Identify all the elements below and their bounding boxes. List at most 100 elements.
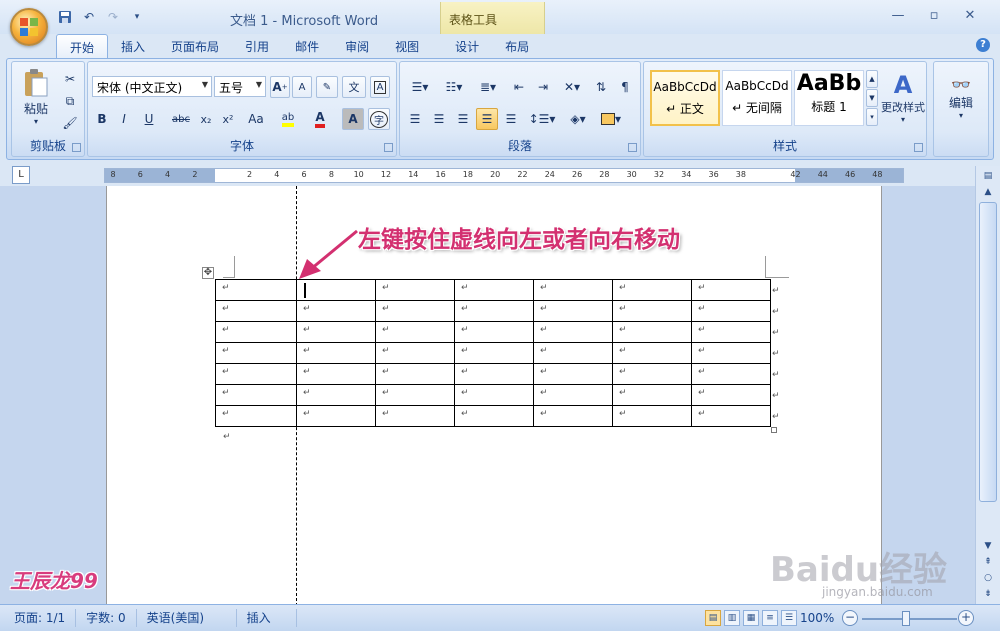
table-cell[interactable]: ↵ (612, 300, 692, 322)
clipboard-launcher-icon[interactable] (72, 143, 81, 152)
close-button[interactable]: ✕ (952, 8, 988, 26)
align-right-button[interactable]: ☰ (452, 108, 474, 130)
office-button[interactable] (10, 8, 48, 46)
tab-mailings[interactable]: 邮件 (282, 34, 332, 58)
enclose-char-button[interactable]: 字 (368, 108, 390, 130)
zoom-out-icon[interactable]: − (842, 610, 858, 626)
borders-button[interactable]: ▾ (596, 108, 626, 130)
table-cell[interactable]: ↵ (454, 321, 534, 343)
maximize-button[interactable]: ▫ (916, 8, 952, 26)
scroll-down-icon[interactable]: ▼ (979, 538, 997, 554)
table-cell[interactable]: ↵ (691, 384, 771, 406)
undo-icon[interactable]: ↶ (80, 9, 98, 25)
tab-selector[interactable]: L (12, 166, 30, 184)
table-cell[interactable]: ↵ (215, 342, 297, 364)
table-cell[interactable]: ↵ (454, 405, 534, 427)
web-layout-icon[interactable]: ▦ (743, 610, 759, 626)
table-cell[interactable]: ↵ (296, 363, 376, 385)
change-case-button[interactable]: Aa (242, 108, 270, 130)
table-cell[interactable]: ↵ (533, 300, 613, 322)
table-cell[interactable]: ↵ (533, 384, 613, 406)
style-heading-1[interactable]: AaBb 标题 1 (794, 70, 864, 126)
tab-insert[interactable]: 插入 (108, 34, 158, 58)
table-cell[interactable]: ↵ (296, 300, 376, 322)
table-cell[interactable]: ↵ (612, 342, 692, 364)
scroll-thumb[interactable] (979, 202, 997, 502)
align-left-button[interactable]: ☰ (404, 108, 426, 130)
char-border-button[interactable]: A (370, 76, 390, 98)
superscript-button[interactable]: x² (218, 108, 238, 130)
format-painter-button[interactable]: 🖌 (60, 112, 80, 134)
table-cell[interactable]: ↵ (454, 384, 534, 406)
zoom-level[interactable]: 100% (800, 611, 834, 625)
table-cell[interactable]: ↵ (296, 384, 376, 406)
styles-scroll-up[interactable]: ▲ (866, 70, 878, 88)
sort-button[interactable]: ⇅ (590, 76, 612, 98)
paste-button[interactable]: 粘贴 ▾ (18, 66, 54, 128)
horizontal-ruler[interactable]: 8 6 4 2 2 4 6 8 10 12 14 16 18 20 22 24 26 28 30 32 34 36 38 42… (104, 168, 904, 183)
justify-button[interactable]: ☰ (476, 108, 498, 130)
table-cell[interactable]: ↵ (215, 363, 297, 385)
tab-page-layout[interactable]: 页面布局 (158, 34, 232, 58)
table-cell[interactable]: ↵ (612, 321, 692, 343)
zoom-in-icon[interactable]: + (958, 610, 974, 626)
vertical-scrollbar[interactable]: ▤ ▲ ▼ ⇞ ○ ⇟ (975, 166, 1000, 604)
word-count[interactable]: 字数: 0 (76, 609, 137, 627)
numbering-button[interactable]: ☷▾ (438, 76, 470, 98)
italic-button[interactable]: I (114, 108, 134, 130)
table-cell[interactable]: ↵ (454, 300, 534, 322)
customize-icon[interactable]: ▾ (128, 9, 146, 25)
help-icon[interactable]: ? (976, 38, 990, 52)
table-cell[interactable]: ↵ (691, 363, 771, 385)
table-cell[interactable]: ↵ (375, 342, 455, 364)
style-normal[interactable]: AaBbCcDd ↵ 正文 (650, 70, 720, 126)
redo-icon[interactable]: ↷ (104, 9, 122, 25)
align-center-button[interactable]: ☰ (428, 108, 450, 130)
table-cell[interactable]: ↵ (612, 363, 692, 385)
copy-button[interactable]: ⧉ (60, 90, 80, 112)
change-styles-button[interactable]: A 更改样式 ▾ (880, 66, 926, 128)
styles-more[interactable]: ▾ (866, 108, 878, 126)
table-cell[interactable]: ↵ (296, 342, 376, 364)
table-cell[interactable]: ↵ (375, 405, 455, 427)
zoom-slider-thumb[interactable] (902, 611, 910, 626)
cut-button[interactable]: ✂ (60, 68, 80, 90)
table-cell[interactable]: ↵ (454, 342, 534, 364)
phonetic-guide-button[interactable]: 文 (342, 76, 366, 98)
table-cell[interactable]: ↵ (454, 363, 534, 385)
multilevel-list-button[interactable]: ≣▾ (472, 76, 504, 98)
table-cell[interactable]: ↵ (375, 300, 455, 322)
table-cell[interactable]: ↵ (691, 279, 771, 301)
clear-format-button[interactable]: ✎ (316, 76, 338, 98)
table-cell[interactable]: ↵ (296, 321, 376, 343)
table-cell[interactable]: ↵ (215, 384, 297, 406)
table-cell[interactable]: ↵ (612, 405, 692, 427)
chinese-layout-button[interactable]: ✕▾ (556, 76, 588, 98)
save-icon[interactable] (56, 9, 74, 25)
table-cell[interactable]: ↵ (375, 363, 455, 385)
table-cell[interactable]: ↵ (215, 321, 297, 343)
subscript-button[interactable]: x₂ (196, 108, 216, 130)
browse-object-icon[interactable]: ○ (979, 570, 997, 586)
table-cell[interactable]: ↵ (215, 300, 297, 322)
ruler-toggle-icon[interactable]: ▤ (979, 168, 997, 184)
prev-page-icon[interactable]: ⇞ (979, 554, 997, 570)
table-cell[interactable]: ↵ (533, 321, 613, 343)
font-color-button[interactable]: A (306, 108, 334, 130)
bold-button[interactable]: B (92, 108, 112, 130)
styles-launcher-icon[interactable] (914, 143, 923, 152)
font-launcher-icon[interactable] (384, 143, 393, 152)
underline-button[interactable]: U (136, 108, 162, 130)
increase-indent-button[interactable]: ⇥ (532, 76, 554, 98)
table-cell[interactable]: ↵ (215, 405, 297, 427)
decrease-indent-button[interactable]: ⇤ (508, 76, 530, 98)
table-cell[interactable]: ↵ (612, 279, 692, 301)
highlight-button[interactable]: ab (274, 108, 302, 130)
table-cell[interactable]: ↵ (296, 405, 376, 427)
document-table[interactable]: ↵ ↵ ↵ ↵ ↵ ↵ ↵ ↵ ↵ ↵ ↵ ↵ ↵ ↵ ↵ ↵ ↵ ↵ ↵ ↵ ↵ ↵ ↵ ↵ ↵ ↵ ↵ ↵ ↵ ↵ ↵ ↵ ↵ ↵ ↵ ↵ ↵ ↵ ↵ ↵… (215, 279, 771, 427)
tab-review[interactable]: 审阅 (332, 34, 382, 58)
editing-button[interactable]: 👓 编辑 ▾ (940, 66, 982, 128)
style-no-spacing[interactable]: AaBbCcDd ↵ 无间隔 (722, 70, 792, 126)
table-cell[interactable]: ↵ (533, 363, 613, 385)
tab-view[interactable]: 视图 (382, 34, 432, 58)
